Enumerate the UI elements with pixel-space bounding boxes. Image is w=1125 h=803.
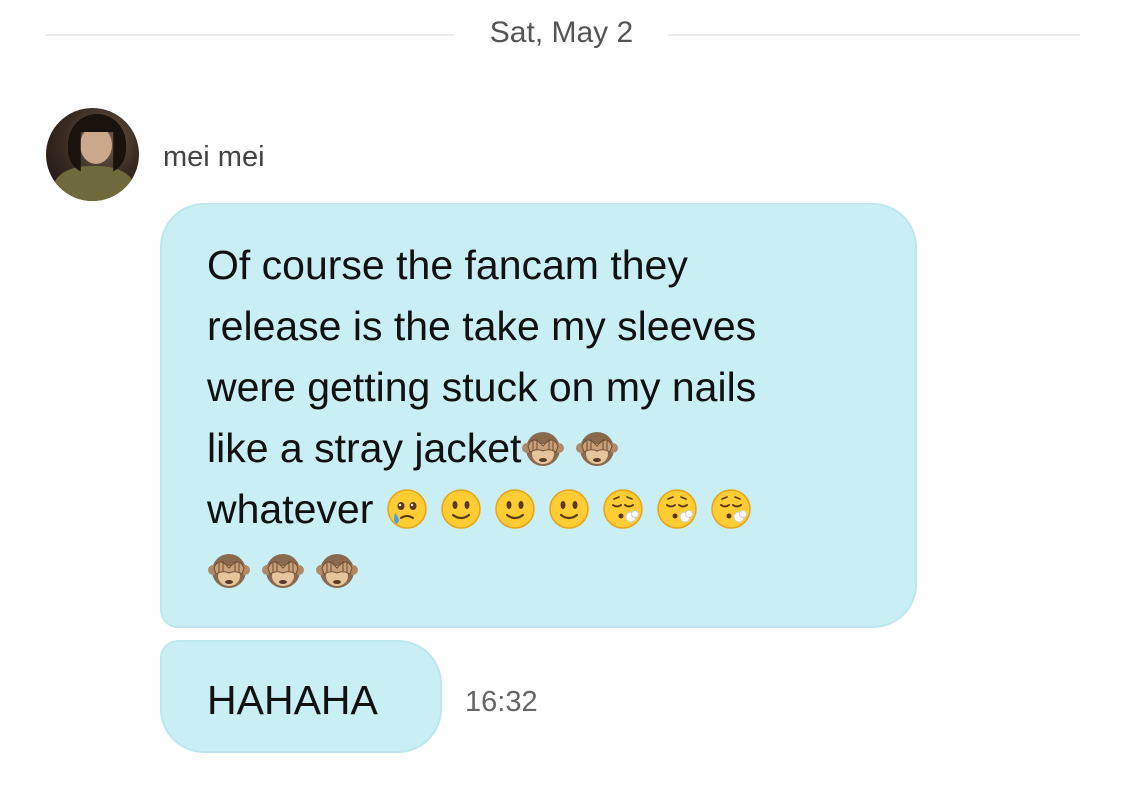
see-no-evil-monkey-icon	[261, 548, 305, 592]
face-holding-back-tears-icon	[385, 487, 429, 531]
emoji-row	[207, 547, 369, 593]
face-exhaling-icon	[601, 487, 645, 531]
message-line-4: like a stray jacket	[207, 418, 885, 479]
slightly-smiling-face-icon	[493, 487, 537, 531]
see-no-evil-monkey-icon	[575, 426, 619, 470]
emoji-row	[521, 425, 629, 471]
avatar-body-shape	[54, 166, 134, 201]
message-line-5: whatever	[207, 479, 885, 540]
emoji-row	[385, 486, 763, 532]
see-no-evil-monkey-icon	[521, 426, 565, 470]
slightly-smiling-face-icon	[439, 487, 483, 531]
message-text: HAHAHA	[207, 677, 378, 723]
message-line: Of course the fancam they	[207, 242, 688, 288]
message-line: were getting stuck on my nails	[207, 364, 757, 410]
see-no-evil-monkey-icon	[207, 548, 251, 592]
message-line-text: like a stray jacket	[207, 425, 522, 471]
message-line-6	[207, 540, 885, 601]
divider-line-left	[45, 34, 455, 36]
sender-name[interactable]: mei mei	[163, 141, 265, 174]
face-exhaling-icon	[655, 487, 699, 531]
face-exhaling-icon	[709, 487, 753, 531]
message-line-text: whatever	[207, 486, 374, 532]
message-line: release is the take my sleeves	[207, 303, 757, 349]
date-separator: Sat, May 2	[0, 10, 1125, 60]
see-no-evil-monkey-icon	[315, 548, 359, 592]
message-bubble[interactable]: Of course the fancam they release is the…	[160, 203, 917, 628]
message-text: Of course the fancam they release is the…	[207, 235, 885, 601]
message-timestamp: 16:32	[465, 686, 538, 718]
slightly-smiling-face-icon	[547, 487, 591, 531]
divider-line-right	[668, 34, 1080, 36]
message-bubble[interactable]: HAHAHA	[160, 640, 442, 753]
date-label: Sat, May 2	[489, 16, 634, 49]
avatar[interactable]	[46, 108, 139, 201]
